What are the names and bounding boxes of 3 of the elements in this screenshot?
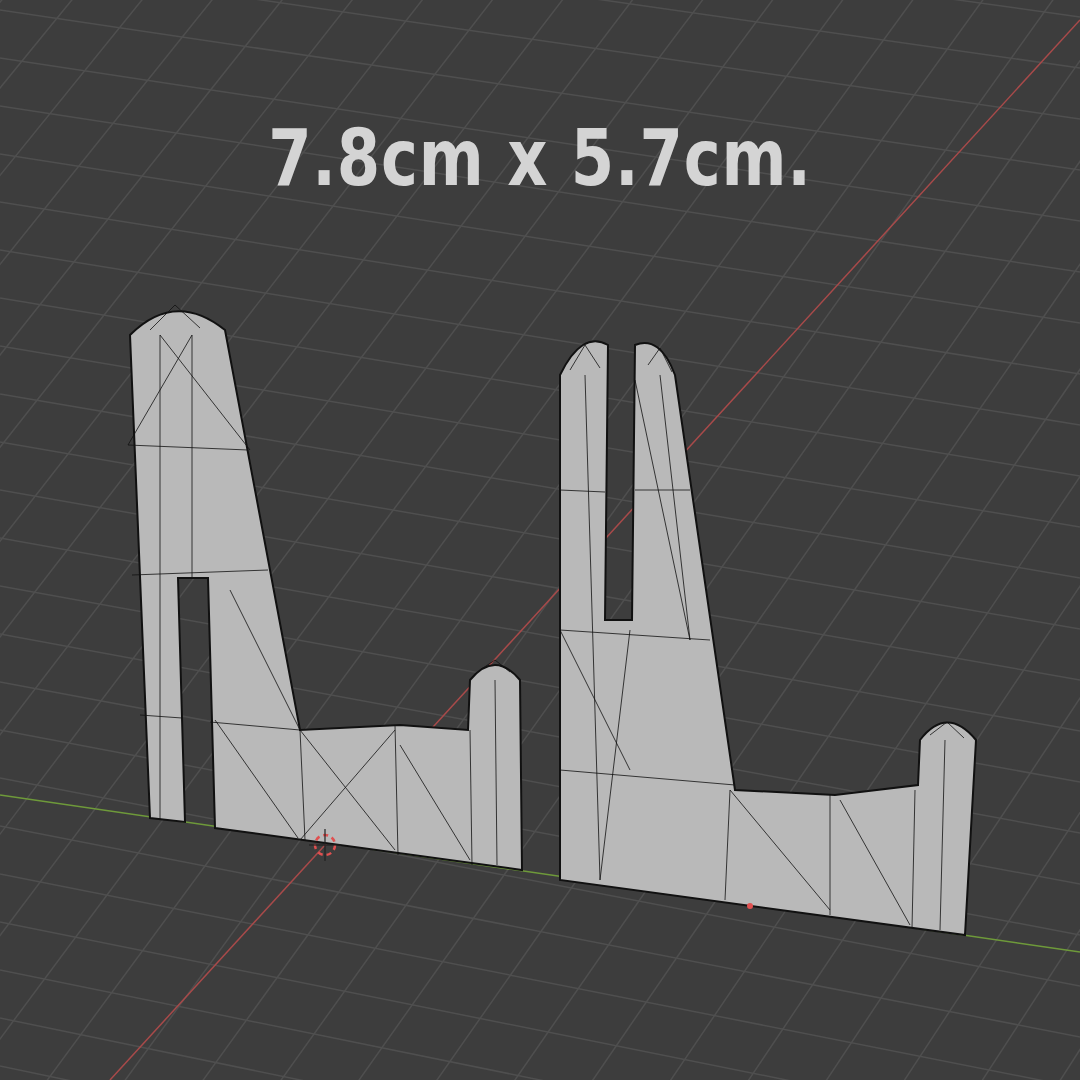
dimensions-text: 7.8cm x 5.7cm.: [267, 112, 813, 205]
3d-cursor-icon: [308, 828, 342, 862]
origin-point-icon: [747, 903, 753, 909]
